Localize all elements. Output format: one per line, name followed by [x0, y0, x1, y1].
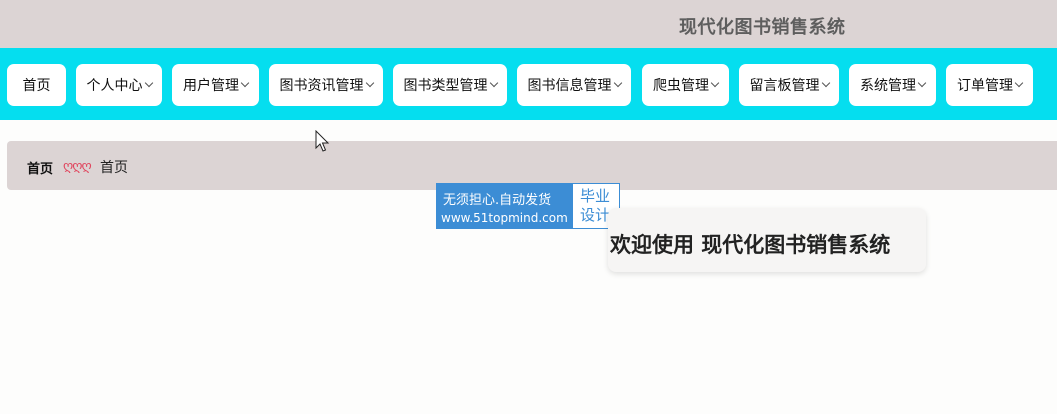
nav-item-system-management[interactable]: 系统管理: [849, 64, 936, 106]
nav-item-label: 爬虫管理: [653, 78, 709, 94]
nav-item-label: 订单管理: [957, 78, 1013, 94]
main-navigation: 首页 个人中心 用户管理 图书资讯管理 图书类型管理 图书信息管理 爬虫管理 留…: [0, 48, 1057, 120]
nav-item-label: 首页: [22, 78, 51, 94]
nav-item-book-type-management[interactable]: 图书类型管理: [393, 64, 507, 106]
mouse-pointer-icon: [315, 130, 330, 152]
chevron-down-icon: [917, 78, 927, 87]
nav-item-label: 图书资讯管理: [279, 78, 364, 94]
nav-item-home[interactable]: 首页: [7, 64, 66, 106]
chevron-down-icon: [240, 78, 250, 87]
watermark-left-panel: 无须担心.自动发货 www.51topmind.com: [437, 184, 573, 228]
nav-item-book-info-management[interactable]: 图书信息管理: [517, 64, 631, 106]
nav-item-book-news-management[interactable]: 图书资讯管理: [269, 64, 383, 106]
watermark-badge: 无须担心.自动发货 www.51topmind.com 毕业 设计: [436, 183, 620, 229]
chevron-down-icon: [710, 78, 720, 87]
chevron-down-icon: [821, 78, 830, 87]
nav-item-label: 个人中心: [86, 78, 143, 94]
nav-item-label: 图书类型管理: [403, 78, 488, 94]
welcome-message: 欢迎使用 现代化图书销售系统: [610, 233, 891, 257]
watermark-text-top: 毕业: [580, 187, 611, 205]
breadcrumb-home-link[interactable]: 首页: [27, 158, 53, 177]
welcome-card: 欢迎使用 现代化图书销售系统: [608, 208, 926, 272]
breadcrumb-current: 首页: [100, 160, 128, 176]
nav-item-label: 图书信息管理: [527, 78, 612, 94]
chevron-down-icon: [1014, 78, 1024, 87]
chevron-down-icon: [489, 78, 498, 87]
nav-item-label: 用户管理: [183, 78, 239, 94]
watermark-url: www.51topmind.com: [441, 211, 568, 225]
watermark-slogan: 无须担心.自动发货: [443, 193, 552, 208]
nav-item-order-management[interactable]: 订单管理: [946, 64, 1033, 106]
chevron-down-icon: [613, 78, 622, 87]
chevron-down-icon: [365, 78, 374, 87]
nav-item-personal-center[interactable]: 个人中心: [76, 64, 162, 106]
nav-item-crawler-management[interactable]: 爬虫管理: [642, 64, 729, 106]
breadcrumb-separator-icon: ღღღ: [63, 159, 92, 174]
chevron-down-icon: [144, 78, 153, 87]
nav-item-label: 留言板管理: [749, 78, 820, 94]
nav-item-label: 系统管理: [860, 78, 916, 94]
nav-item-user-management[interactable]: 用户管理: [172, 64, 259, 106]
top-header: 现代化图书销售系统: [0, 0, 1057, 48]
app-title: 现代化图书销售系统: [679, 17, 846, 38]
nav-item-message-board-management[interactable]: 留言板管理: [739, 64, 839, 106]
